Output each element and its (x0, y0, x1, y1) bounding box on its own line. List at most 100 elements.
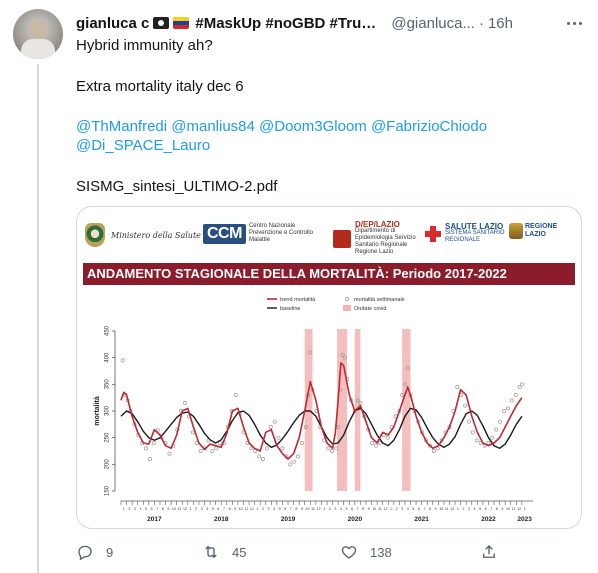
mention-links[interactable]: @ThManfredi @manlius84 @Doom3Gloom @Fabr… (76, 117, 487, 137)
tweet-actions-bar: 9 45 138 (76, 540, 506, 564)
x-month-label: 4 (474, 507, 476, 511)
more-dot (566, 21, 570, 25)
weekly-mortality-point (288, 462, 293, 467)
reply-icon (78, 545, 92, 561)
dep-title: D/EP/LAZIO (355, 220, 400, 229)
x-month-label: 4 (407, 507, 409, 511)
y-tick-label: 150 (105, 485, 111, 496)
separator-dot: · (478, 14, 484, 32)
reply-count: 9 (106, 544, 114, 560)
tweet-media-image[interactable]: Ministero della Salute CCM Centro Nazion… (76, 206, 582, 529)
x-month-label: 9 (301, 507, 303, 511)
regione-label: REGIONE LAZIO (525, 223, 558, 238)
x-month-label: 12 (183, 507, 187, 511)
weekly-mortality-point (494, 427, 499, 432)
x-month-label: 1 (123, 507, 125, 511)
mention-links[interactable]: @Di_SPACE_Lauro (76, 136, 210, 156)
x-month-label: 10 (439, 507, 443, 511)
x-month-label: 6 (351, 507, 353, 511)
ministero-logo: Ministero della Salute (85, 223, 201, 247)
weekly-mortality-point (519, 382, 524, 387)
ccm-mark: CCM (203, 223, 246, 244)
regione-shield-icon (509, 223, 523, 239)
x-month-label: 9 (501, 507, 503, 511)
weekly-mortality-point (490, 435, 495, 440)
x-month-label: 5 (345, 507, 347, 511)
x-month-label: 11 (512, 507, 516, 511)
weekly-mortality-point (330, 449, 334, 453)
weekly-mortality-point (474, 438, 479, 443)
tweet-header: gianluca c #MaskUp #noGBD #Truce Alfi...… (76, 12, 586, 34)
x-month-label: 12 (383, 507, 387, 511)
y-axis-label: mortalità (94, 396, 101, 426)
x-month-label: 2 (329, 507, 331, 511)
weekly-mortality-point (292, 459, 297, 464)
x-month-label: 11 (178, 507, 182, 511)
retweet-button[interactable]: 45 (202, 540, 246, 564)
dep-label: D/EP/LAZIO Dipartimento di Epidemiologia… (355, 221, 425, 256)
legend-covid-label: Ondate covid (354, 306, 386, 312)
regione-lazio-logo: REGIONE LAZIO (509, 223, 561, 239)
y-tick-label: 250 (105, 432, 111, 443)
x-month-label: 1 (524, 507, 526, 511)
share-button[interactable] (480, 540, 498, 564)
weekly-mortality-point (370, 441, 375, 445)
thread-connector-line (37, 64, 39, 573)
x-month-label: 3 (468, 507, 470, 511)
user-handle[interactable]: @gianluca... (391, 15, 475, 32)
display-name[interactable]: gianluca c (76, 15, 149, 32)
x-month-label: 10 (172, 507, 176, 511)
logo-strip: Ministero della Salute CCM Centro Nazion… (77, 207, 581, 261)
x-month-label: 11 (378, 507, 382, 511)
x-month-label: 1 (457, 507, 459, 511)
display-name-hashtags[interactable]: #MaskUp #noGBD #Truce Alfi... (195, 15, 383, 32)
x-month-label: 2 (396, 507, 398, 511)
reply-button[interactable]: 9 (76, 540, 113, 564)
tweet-text-line: Extra mortality italy dec 6 (76, 78, 244, 95)
legend-covid-swatch (343, 305, 351, 311)
x-month-label: 8 (362, 507, 364, 511)
x-month-label: 3 (201, 507, 203, 511)
ccm-label: Centro Nazionale Prevenzione e Controllo… (248, 223, 313, 243)
ministero-label: Ministero della Salute (111, 230, 201, 240)
x-year-label: 2020 (348, 516, 363, 523)
share-icon (483, 545, 495, 558)
weekly-mortality-point (198, 449, 203, 453)
weekly-mortality-point (463, 403, 468, 408)
legend-trend-label: trend mortalità (280, 297, 316, 303)
user-avatar[interactable] (13, 9, 63, 59)
heart-icon (341, 546, 357, 559)
x-month-label: 9 (368, 507, 370, 511)
weekly-mortality-point (120, 358, 125, 363)
weekly-mortality-point (190, 430, 195, 435)
retweet-icon (205, 545, 217, 559)
x-month-label: 1 (390, 507, 392, 511)
x-month-label: 5 (279, 507, 281, 511)
x-month-label: 11 (445, 507, 449, 511)
salute-title: SALUTE LAZIO (445, 222, 504, 231)
x-month-label: 1 (190, 507, 192, 511)
x-year-label: 2018 (214, 516, 229, 523)
weekly-mortality-point (167, 451, 172, 456)
x-month-label: 4 (139, 507, 141, 511)
salute-subtitle: SISTEMA SANITARIO REGIONALE (445, 230, 505, 243)
health-cross-icon (425, 225, 441, 242)
tweet-timestamp[interactable]: 16h (488, 15, 513, 32)
x-month-label: 6 (284, 507, 286, 511)
weekly-mortality-point (377, 441, 382, 445)
like-button[interactable]: 138 (340, 540, 392, 564)
x-month-label: 12 (250, 507, 254, 511)
legend-points-label: mortalità settimanale (354, 297, 405, 303)
y-tick-label: 200 (105, 459, 111, 470)
weekly-mortality-point (509, 398, 514, 403)
attachment-filename: SISMG_sintesi_ULTIMO-2.pdf (76, 178, 278, 195)
more-options-button[interactable] (562, 12, 586, 34)
x-month-label: 8 (496, 507, 498, 511)
more-dot (578, 21, 582, 25)
y-tick-label: 350 (105, 379, 111, 390)
x-month-label: 10 (506, 507, 510, 511)
x-month-label: 8 (295, 507, 297, 511)
x-month-label: 1 (323, 507, 325, 511)
x-month-label: 12 (317, 507, 321, 511)
weekly-mortality-point (374, 443, 378, 448)
